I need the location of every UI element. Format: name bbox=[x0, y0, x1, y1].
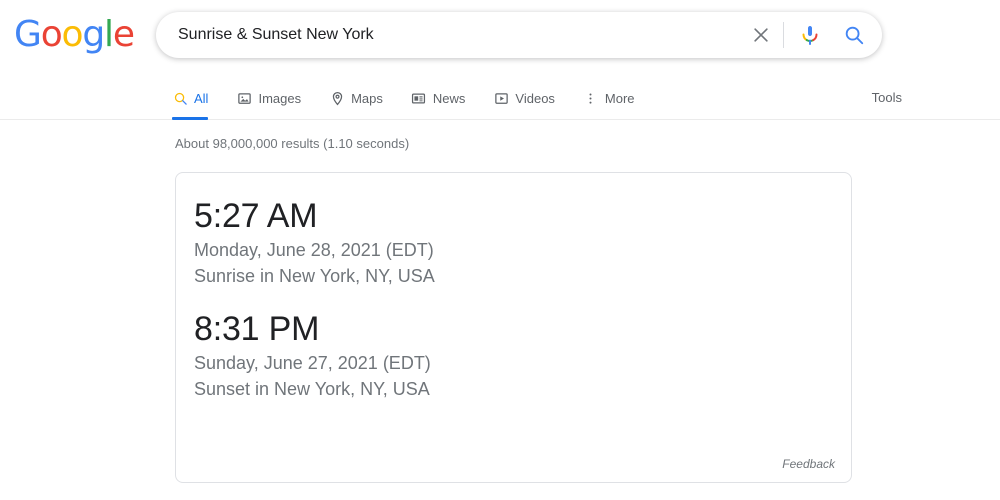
search-submit-icon[interactable] bbox=[832, 13, 876, 57]
more-vertical-icon bbox=[583, 91, 599, 107]
nav-tabs: All Images Maps News Videos More bbox=[172, 78, 663, 120]
image-icon bbox=[236, 91, 252, 107]
page-header: Google bbox=[0, 0, 1000, 70]
search-divider bbox=[783, 22, 784, 48]
logo-letter-o1: o bbox=[40, 14, 63, 55]
map-pin-icon bbox=[329, 91, 345, 107]
tab-videos[interactable]: Videos bbox=[493, 78, 555, 119]
sunset-date: Sunday, June 27, 2021 (EDT) bbox=[194, 353, 431, 373]
sunrise-time: 5:27 AM bbox=[194, 197, 318, 235]
sunrise-sunset-answer-card: 5:27 AM Monday, June 28, 2021 (EDT) Sunr… bbox=[175, 172, 852, 483]
tab-news-label: News bbox=[432, 91, 466, 106]
logo-letter-g1: G bbox=[14, 14, 42, 55]
search-bar[interactable] bbox=[156, 12, 882, 58]
tab-all-label: All bbox=[194, 91, 209, 106]
sunrise-block: 5:27 AM Monday, June 28, 2021 (EDT) Sunr… bbox=[194, 195, 435, 289]
tab-videos-label: Videos bbox=[515, 91, 555, 106]
tab-more[interactable]: More bbox=[583, 78, 635, 119]
tab-images[interactable]: Images bbox=[236, 78, 301, 119]
search-nav-bar: All Images Maps News Videos More Tools bbox=[0, 78, 1000, 120]
microphone-icon[interactable] bbox=[788, 13, 832, 57]
sunrise-date: Monday, June 28, 2021 (EDT) bbox=[194, 240, 434, 260]
sunset-description: Sunset in New York, NY, USA bbox=[194, 379, 430, 399]
google-logo[interactable]: Google bbox=[14, 14, 135, 55]
tab-images-label: Images bbox=[258, 91, 302, 106]
news-icon bbox=[411, 91, 427, 107]
sunrise-description: Sunrise in New York, NY, USA bbox=[194, 266, 435, 286]
tab-maps-label: Maps bbox=[351, 91, 383, 106]
search-input[interactable] bbox=[176, 20, 741, 50]
logo-letter-g2: g bbox=[82, 14, 105, 55]
logo-letter-o2: o bbox=[61, 14, 84, 55]
tools-button[interactable]: Tools bbox=[872, 90, 902, 105]
search-icon bbox=[172, 91, 188, 107]
sunset-time: 8:31 PM bbox=[194, 310, 320, 348]
result-stats: About 98,000,000 results (1.10 seconds) bbox=[175, 136, 410, 151]
tab-maps[interactable]: Maps bbox=[329, 78, 383, 119]
logo-letter-l: l bbox=[104, 14, 114, 55]
close-icon[interactable] bbox=[741, 13, 781, 57]
tab-news[interactable]: News bbox=[411, 78, 466, 119]
tab-more-label: More bbox=[604, 91, 635, 106]
logo-letter-e: e bbox=[112, 14, 135, 55]
video-icon bbox=[493, 91, 509, 107]
sunset-block: 8:31 PM Sunday, June 27, 2021 (EDT) Suns… bbox=[194, 308, 431, 402]
feedback-link[interactable]: Feedback bbox=[782, 457, 835, 471]
tab-all[interactable]: All bbox=[172, 78, 209, 120]
